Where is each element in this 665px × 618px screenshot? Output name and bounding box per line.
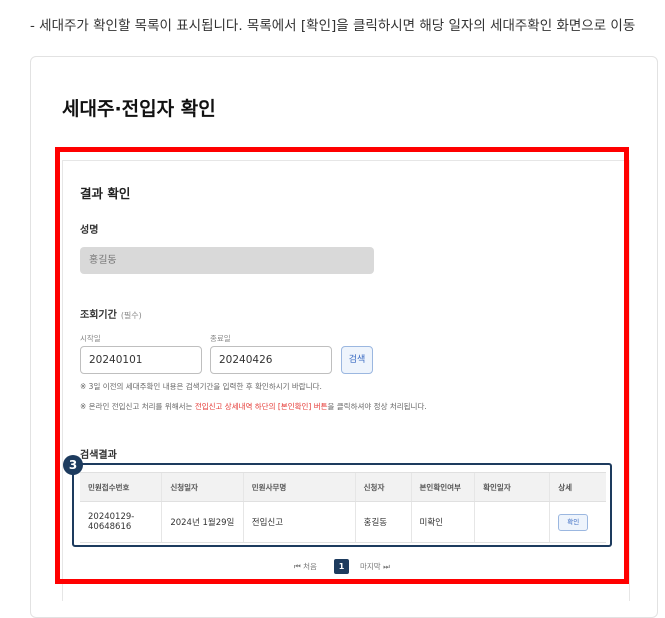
end-date-label: 종료일 — [210, 334, 231, 343]
required-mark: (필수) — [120, 311, 142, 320]
results-table-highlight — [72, 463, 612, 547]
first-page-link[interactable]: ⏮ 처음 — [294, 559, 317, 575]
end-date-input[interactable]: 20240426 — [210, 346, 332, 374]
search-button[interactable]: 검색 — [341, 346, 373, 374]
top-instruction-text: - 세대주가 확인할 목록이 표시됩니다. 목록에서 [확인]을 클릭하시면 해… — [30, 18, 636, 34]
note-prefix: ※ 온라인 전입신고 처리를 위해서는 — [80, 402, 195, 411]
note-suffix: 을 클릭하셔야 정상 처리됩니다. — [327, 402, 427, 411]
name-field: 홍길동 — [80, 247, 374, 274]
period-label-text: 조회기간 — [80, 310, 117, 321]
first-page-icon: ⏮ — [294, 562, 301, 571]
start-date-label: 시작일 — [80, 334, 101, 343]
note-highlight: 전입신고 상세내역 하단의 [본인확인] 버튼 — [194, 402, 328, 411]
step-badge: 3 — [63, 455, 83, 475]
last-page-link[interactable]: 마지막 ⏭ — [360, 559, 390, 575]
note-online-move-in: ※ 온라인 전입신고 처리를 위해서는 전입신고 상세내역 하단의 [본인확인]… — [80, 401, 427, 412]
results-title: 검색결과 — [80, 450, 117, 461]
first-page-label: 처음 — [303, 562, 317, 571]
section-title: 결과 확인 — [80, 186, 131, 201]
name-label: 성명 — [80, 225, 99, 236]
period-label: 조회기간 (필수) — [80, 306, 142, 321]
start-date-input[interactable]: 20240101 — [80, 346, 202, 374]
last-page-icon: ⏭ — [383, 562, 390, 571]
last-page-label: 마지막 — [360, 562, 381, 571]
note-search-period: ※ 3일 이전의 세대주확인 내용은 검색기간을 입력한 후 확인하시기 바랍니… — [80, 382, 322, 391]
page-number-current[interactable]: 1 — [334, 559, 349, 574]
page-title: 세대주·전입자 확인 — [62, 98, 216, 120]
